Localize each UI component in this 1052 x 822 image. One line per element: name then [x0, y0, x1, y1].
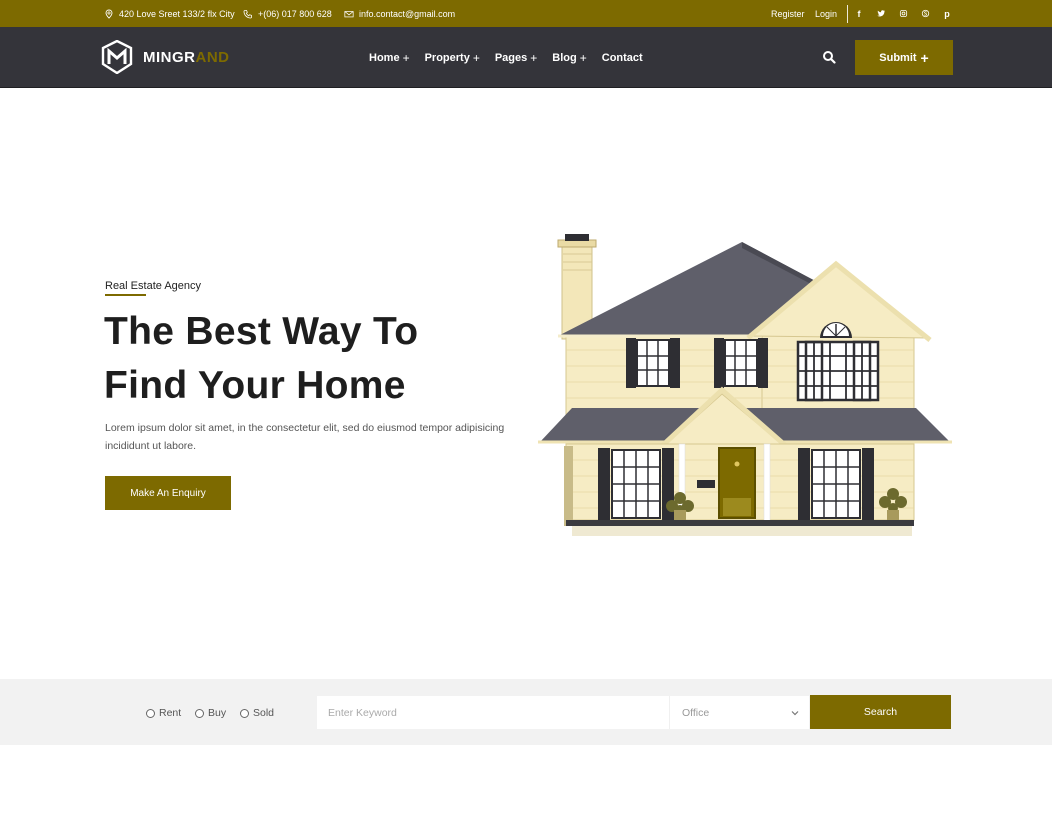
- radio-label: Sold: [253, 707, 275, 719]
- select-value: Office: [682, 706, 710, 719]
- keyword-input[interactable]: [317, 696, 669, 729]
- phone-text: +(06) 017 800 628: [258, 8, 332, 19]
- skype-icon[interactable]: [919, 0, 931, 27]
- nav-item-blog[interactable]: Blog +: [552, 51, 586, 65]
- mail-icon: [344, 10, 354, 17]
- hero-title-line-1: The Best Way To: [104, 310, 419, 353]
- radio-circle-icon: [195, 708, 204, 718]
- instagram-icon[interactable]: [897, 0, 909, 27]
- property-search-bar: Rent Buy Sold Office Search: [0, 679, 1052, 745]
- site-logo[interactable]: MINGRAND: [101, 40, 230, 74]
- location-pin-icon: [105, 9, 113, 19]
- twitter-icon[interactable]: [875, 0, 887, 27]
- nav-item-home[interactable]: Home +: [369, 51, 410, 65]
- eyebrow-underline: [105, 294, 146, 296]
- nav-label: Blog: [552, 51, 577, 64]
- make-enquiry-button[interactable]: Make An Enquiry: [105, 476, 231, 510]
- plus-icon: +: [472, 50, 480, 65]
- nav-item-pages[interactable]: Pages +: [495, 51, 537, 65]
- login-link[interactable]: Login: [815, 0, 837, 27]
- nav-label: Property: [424, 51, 470, 64]
- radio-label: Rent: [159, 707, 182, 719]
- main-nav: Home + Property + Pages + Blog + Contact: [369, 27, 643, 88]
- pinterest-icon[interactable]: p: [941, 0, 953, 27]
- topbar-divider: [847, 5, 848, 23]
- nav-label: Pages: [494, 51, 528, 64]
- logo-text-primary: MINGR: [143, 48, 196, 66]
- main-header: MINGRAND Home + Property + Pages + Blog + Co…: [0, 27, 1052, 88]
- submit-button[interactable]: Submit +: [855, 40, 953, 75]
- hero-title-line-2: Find Your Home: [104, 364, 406, 407]
- submit-label: Submit: [879, 51, 917, 64]
- plus-icon: +: [530, 50, 538, 65]
- facebook-icon[interactable]: f: [853, 0, 865, 27]
- search-icon[interactable]: [822, 50, 836, 64]
- email-item[interactable]: info.contact@gmail.com: [344, 0, 455, 27]
- address-text: 420 Love Sreet 133/2 flx City: [119, 8, 235, 19]
- address-item: 420 Love Sreet 133/2 flx City: [104, 0, 235, 27]
- house-illustration: [538, 234, 952, 536]
- nav-item-property[interactable]: Property +: [425, 51, 480, 65]
- phone-icon: [243, 9, 252, 18]
- property-type-select[interactable]: Office: [669, 696, 809, 729]
- search-button[interactable]: Search: [810, 695, 951, 729]
- nav-label: Contact: [601, 51, 643, 64]
- plus-icon: +: [920, 49, 929, 66]
- radio-label: Buy: [208, 707, 227, 719]
- chevron-down-icon: [791, 710, 799, 715]
- register-link[interactable]: Register: [771, 0, 805, 27]
- email-text: info.contact@gmail.com: [359, 8, 456, 19]
- radio-circle-icon: [240, 708, 249, 718]
- logo-mark-icon: [101, 40, 133, 74]
- nav-item-contact[interactable]: Contact: [602, 52, 643, 64]
- logo-text-accent: AND: [195, 48, 230, 66]
- logo-text: MINGRAND: [143, 49, 230, 66]
- nav-label: Home: [369, 51, 400, 64]
- hero-description: Lorem ipsum dolor sit amet, in the conse…: [105, 422, 505, 452]
- plus-icon: +: [579, 50, 587, 65]
- hero-eyebrow: Real Estate Agency: [105, 280, 202, 292]
- radio-buy[interactable]: Buy: [195, 707, 226, 719]
- phone-item[interactable]: +(06) 017 800 628: [243, 0, 332, 27]
- hero-title: The Best Way To Find Your Home: [104, 305, 544, 413]
- radio-rent[interactable]: Rent: [146, 707, 181, 719]
- plus-icon: +: [402, 50, 410, 65]
- radio-circle-icon: [146, 708, 155, 718]
- radio-sold[interactable]: Sold: [240, 707, 274, 719]
- top-bar: 420 Love Sreet 133/2 flx City +(06) 017 …: [0, 0, 1052, 27]
